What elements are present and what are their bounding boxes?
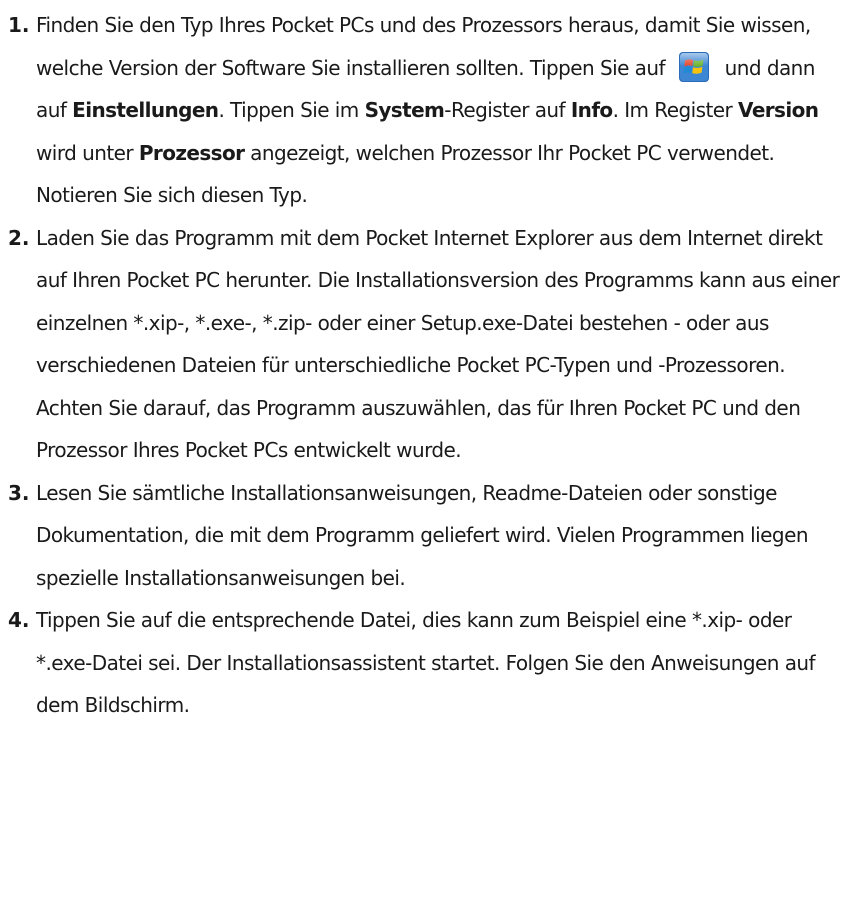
list-item-step-4: 4. Tippen Sie auf die entsprechende Date… bbox=[0, 599, 850, 727]
steps-list: 1. Finden Sie den Typ Ihres Pocket PCs u… bbox=[0, 4, 850, 727]
list-item-step-3: 3. Lesen Sie sämtliche Installationsanwe… bbox=[0, 472, 850, 600]
step-number: 3. bbox=[8, 480, 30, 505]
version-term: Version bbox=[738, 98, 819, 122]
step-text: Tippen Sie auf die entsprechende Datei, … bbox=[36, 608, 816, 717]
info-term: Info bbox=[570, 98, 613, 122]
list-item-step-2: 2. Laden Sie das Programm mit dem Pocket… bbox=[0, 217, 850, 472]
step-number: 2. bbox=[8, 225, 30, 250]
step-text-part: -Register auf bbox=[444, 98, 571, 122]
step-text-part: . Im Register bbox=[612, 98, 739, 122]
step-text-part: wird unter bbox=[36, 140, 139, 165]
processor-term: Prozessor bbox=[138, 140, 245, 165]
step-text: Lesen Sie sämtliche Installationsanweisu… bbox=[36, 480, 809, 590]
step-number: 4. bbox=[8, 608, 30, 632]
step-number: 1. bbox=[8, 13, 30, 37]
settings-term: Einstellungen bbox=[72, 98, 219, 122]
system-term: System bbox=[364, 98, 445, 122]
instructions-document: 1. Finden Sie den Typ Ihres Pocket PCs u… bbox=[0, 0, 850, 901]
step-text: Laden Sie das Programm mit dem Pocket In… bbox=[36, 225, 840, 463]
list-item-step-1: 1. Finden Sie den Typ Ihres Pocket PCs u… bbox=[0, 4, 850, 217]
windows-start-icon bbox=[678, 51, 709, 82]
step-text-part: . Tippen Sie im bbox=[218, 98, 365, 122]
